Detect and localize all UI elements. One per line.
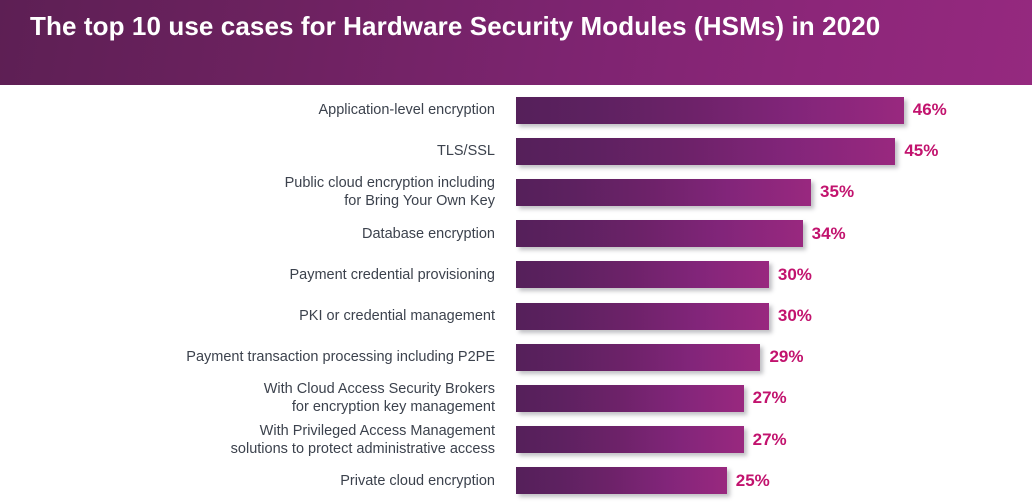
bar	[516, 261, 769, 289]
bar-value-label: 34%	[811, 223, 846, 243]
bar-row: With Cloud Access Security Brokers for e…	[0, 377, 1032, 419]
bar-row: Public cloud encryption including for Br…	[0, 171, 1032, 213]
bar-row: TLS/SSL 45%	[0, 130, 1032, 172]
bar-category-label: Application-level encryption	[318, 102, 495, 118]
bar-row: Application-level encryption 46%	[0, 89, 1032, 131]
bar-value-label: 27%	[752, 429, 787, 449]
bar-row: Private cloud encryption 25%	[0, 460, 1032, 502]
bar-row: PKI or credential management 30%	[0, 295, 1032, 337]
bar-category-label: Payment credential provisioning	[289, 266, 495, 283]
bar-value-label: 29%	[769, 347, 804, 367]
bar-track: 25%	[495, 460, 1032, 502]
bar	[516, 178, 812, 206]
bar-value-label: 45%	[904, 141, 939, 161]
bar	[516, 220, 803, 248]
chart-header-banner: The top 10 use cases for Hardware Securi…	[0, 0, 1032, 85]
bar-track: 34%	[495, 213, 1032, 255]
bar-track: 45%	[495, 130, 1032, 172]
bar	[516, 467, 727, 495]
bar-category-label: Payment transaction processing including…	[186, 349, 495, 366]
bar-category-label: Public cloud encryption including for Br…	[284, 175, 495, 210]
bar-track: 35%	[495, 171, 1032, 213]
bar-track: 30%	[495, 254, 1032, 296]
bar-track: 30%	[495, 295, 1032, 337]
bar	[516, 96, 904, 124]
bar	[516, 384, 744, 412]
bar	[516, 137, 896, 165]
bar	[516, 343, 761, 371]
page-title: The top 10 use cases for Hardware Securi…	[30, 11, 881, 41]
bar	[516, 426, 744, 454]
bar-category-label: TLS/SSL	[436, 143, 495, 160]
bar-value-label: 27%	[752, 388, 787, 408]
bar-track: 46%	[495, 89, 1032, 131]
bar-value-label: 35%	[820, 182, 855, 202]
bar-category-label: With Cloud Access Security Brokers for e…	[263, 381, 495, 416]
bar-chart: Application-level encryption 46% TLS/SSL 45…	[0, 85, 1032, 501]
bar-row: Database encryption 34%	[0, 213, 1032, 255]
bar-track: 27%	[495, 377, 1032, 419]
bar-category-label: PKI or credential management	[299, 308, 495, 324]
bar-row: Payment transaction processing including…	[0, 336, 1032, 378]
bar-value-label: 30%	[777, 306, 812, 325]
bar-value-label: 30%	[777, 264, 812, 284]
bar-track: 29%	[495, 336, 1032, 378]
bar-track: 27%	[495, 419, 1032, 461]
bar-value-label: 25%	[735, 470, 770, 490]
bar	[516, 302, 769, 330]
bar-row: With Privileged Access Management soluti…	[0, 419, 1032, 461]
bar-value-label: 46%	[912, 100, 947, 119]
bar-category-label: Private cloud encryption	[340, 472, 495, 489]
bar-category-label: Database encryption	[362, 225, 495, 242]
bar-row: Payment credential provisioning 30%	[0, 254, 1032, 296]
bar-category-label: With Privileged Access Management soluti…	[230, 422, 495, 457]
